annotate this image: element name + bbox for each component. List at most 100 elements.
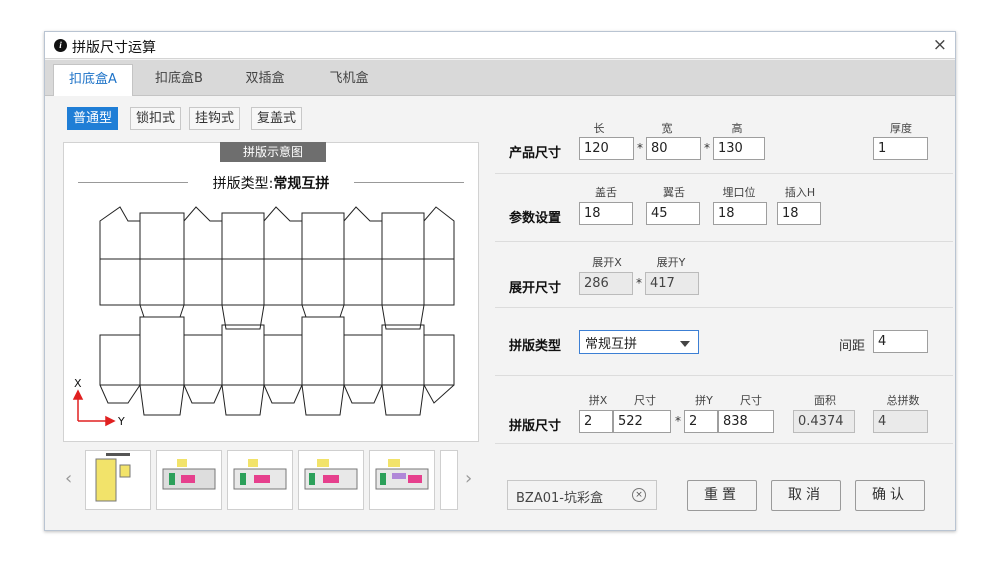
thumbnail-6[interactable] [440, 450, 458, 510]
dieline-bottom-flaps [99, 384, 455, 416]
thumb-art-5 [375, 459, 429, 490]
axis-x-label: X [74, 377, 82, 390]
thumbnail-1[interactable] [85, 450, 151, 510]
insert-h-label: 插入H [784, 186, 816, 199]
size-y-label: 尺寸 [740, 394, 762, 407]
pin-x-input[interactable] [579, 410, 613, 433]
width-input[interactable] [646, 137, 701, 160]
thickness-input[interactable] [873, 137, 928, 160]
gap-label: 间距 [839, 339, 866, 354]
confirm-button[interactable]: 确认 [855, 480, 925, 511]
cancel-button[interactable]: 取消 [771, 480, 841, 511]
height-input[interactable] [713, 137, 765, 160]
multiply-sign: * [637, 141, 643, 155]
title-bar: i 拼版尺寸运算 × [45, 32, 955, 59]
axis-y-label: Y [117, 415, 125, 428]
clear-icon[interactable]: × [632, 488, 646, 502]
axis-arrows [72, 389, 116, 427]
thumbnail-5[interactable] [369, 450, 435, 510]
type-button-lock[interactable]: 锁扣式 [130, 107, 182, 130]
unfold-y-label: 展开Y [656, 256, 686, 269]
result-row: 拼X 尺寸 拼Y 尺寸 面积 总拼数 拼版尺寸 * [495, 376, 953, 444]
tuck-position-input[interactable] [713, 202, 767, 225]
thumbs-next-button[interactable]: › [465, 468, 472, 489]
preview-heading: 拼版类型:常规互拼 [64, 173, 478, 193]
dialog-window: i 拼版尺寸运算 × 扣底盒A 扣底盒B 双插盒 飞机盒 普通型 锁扣式 挂钩式… [44, 31, 956, 531]
size-y-input[interactable] [718, 410, 774, 433]
thumb-art-4 [304, 459, 358, 490]
unfold-size-row: 展开X 展开Y 展开尺寸 * [495, 242, 953, 308]
pin-y-input[interactable] [684, 410, 718, 433]
multiply-sign: * [636, 276, 642, 290]
gap-input[interactable] [873, 330, 928, 353]
total-label: 总拼数 [886, 394, 920, 407]
multiply-sign: * [704, 141, 710, 155]
lid-tongue-input[interactable] [579, 202, 633, 225]
total-field [873, 410, 928, 433]
size-x-label: 尺寸 [634, 394, 656, 407]
area-field [793, 410, 855, 433]
result-size-label: 拼版尺寸 [509, 419, 562, 434]
unfold-x-label: 展开X [592, 256, 622, 269]
params-label: 参数设置 [509, 211, 562, 226]
template-thumbnails: ‹ › [63, 446, 479, 516]
tab-strip: 扣底盒A 扣底盒B 双插盒 飞机盒 [45, 60, 955, 97]
type-button-cover[interactable]: 复盖式 [251, 107, 303, 130]
tab-koudi-b[interactable]: 扣底盒B [137, 64, 221, 94]
preset-selector[interactable]: BZA01-坑彩盒 × [507, 480, 657, 510]
unfold-size-label: 展开尺寸 [509, 281, 562, 296]
dieline-top-row [99, 206, 455, 260]
reset-button[interactable]: 重置 [687, 480, 757, 511]
width-label: 宽 [661, 122, 673, 135]
preview-tag: 拼版示意图 [220, 142, 326, 162]
type-button-normal[interactable]: 普通型 [67, 107, 119, 130]
pin-y-label: 拼Y [695, 394, 713, 407]
thumb-art-2 [162, 459, 216, 490]
thumb-art-1 [95, 453, 131, 502]
preview-heading-value: 常规互拼 [273, 176, 330, 192]
tab-feiji[interactable]: 飞机盒 [309, 64, 389, 94]
wing-tongue-input[interactable] [646, 202, 700, 225]
thumb-art-3 [233, 459, 287, 490]
heading-rule-left [78, 182, 188, 183]
thickness-label: 厚度 [890, 122, 912, 135]
product-size-label: 产品尺寸 [509, 146, 562, 161]
insert-h-input[interactable] [777, 202, 821, 225]
layout-type-selected: 常规互拼 [585, 337, 638, 352]
unfold-x-field [579, 272, 633, 295]
product-size-row: 长 宽 高 厚度 产品尺寸 * * [495, 96, 953, 174]
params-row: 盖舌 翼舌 埋口位 插入H 参数设置 [495, 174, 953, 242]
left-panel: 普通型 锁扣式 挂钩式 复盖式 拼版示意图 拼版类型:常规互拼 X Y ‹ › [45, 96, 491, 530]
layout-preview: 拼版示意图 拼版类型:常规互拼 X Y [63, 142, 479, 442]
unfold-y-field [645, 272, 699, 295]
size-x-input[interactable] [613, 410, 671, 433]
dieline-top-body [99, 259, 455, 306]
multiply-sign: * [675, 414, 681, 428]
tab-shuangcha[interactable]: 双插盒 [225, 64, 305, 94]
layout-type-label: 拼版类型 [509, 339, 562, 354]
type-button-hook[interactable]: 挂钩式 [189, 107, 241, 130]
dieline-bottom-row [99, 316, 455, 386]
preview-heading-prefix: 拼版类型: [212, 176, 274, 192]
wing-tongue-label: 翼舌 [663, 186, 685, 199]
area-label: 面积 [814, 394, 836, 407]
length-label: 长 [593, 122, 605, 135]
length-input[interactable] [579, 137, 634, 160]
tab-koudi-a[interactable]: 扣底盒A [53, 64, 133, 97]
tuck-position-label: 埋口位 [722, 186, 756, 199]
layout-type-row: 拼版类型 常规互拼 间距 [495, 308, 953, 376]
chevron-down-icon [680, 341, 690, 347]
thumbnail-2[interactable] [156, 450, 222, 510]
thumbs-prev-button[interactable]: ‹ [65, 468, 72, 489]
pin-x-label: 拼X [588, 394, 608, 407]
thumbnail-4[interactable] [298, 450, 364, 510]
heading-rule-right [354, 182, 464, 183]
window-title: 拼版尺寸运算 [72, 40, 156, 56]
height-label: 高 [731, 122, 743, 135]
thumbnail-3[interactable] [227, 450, 293, 510]
dieline-drawing: X Y [72, 206, 455, 428]
preset-value: BZA01-坑彩盒 [516, 491, 603, 506]
layout-type-select[interactable]: 常规互拼 [579, 330, 699, 354]
lid-tongue-label: 盖舌 [595, 186, 617, 199]
close-button[interactable]: × [933, 35, 947, 55]
